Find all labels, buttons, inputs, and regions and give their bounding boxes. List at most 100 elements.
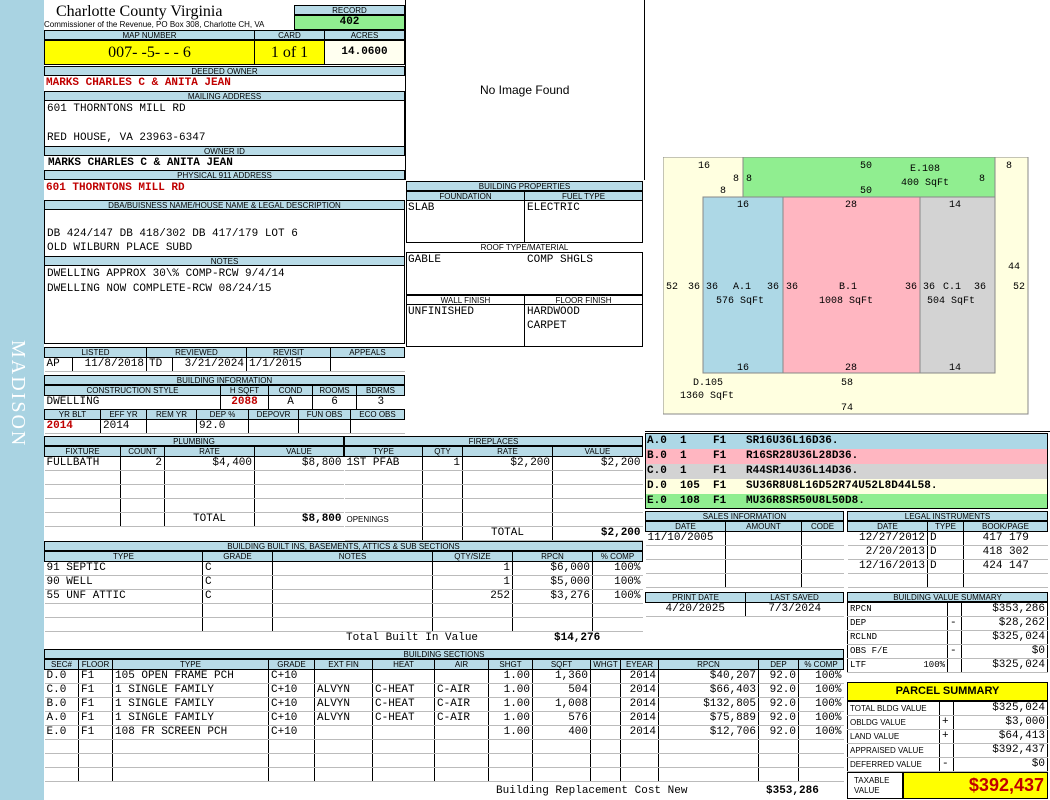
dim: 8 [1006,161,1012,172]
building-value-summary: RPCN $353,286 DEP - $28,262 RCLND $325,024 O… [847,602,1048,673]
mailing-line-2: RED HOUSE, VA 23963-6347 [47,132,206,144]
district-sidebar: MADISON [0,0,44,800]
dim: 36 [974,282,986,293]
table-row: 55 UNF ATTIC C 252 $3,276 100% [44,589,643,604]
dim: 8 [720,186,726,197]
sketch-label-d-area: 1360 SqFt [680,391,734,402]
dates-table: LISTED REVIEWED REVISIT APPEALS AP 11/8/2018… [44,347,405,372]
physical-address-label: PHYSICAL 911 ADDRESS [44,170,405,180]
mailing-line-1: 601 THORNTONS MILL RD [47,103,186,115]
building-properties-label: BUILDING PROPERTIES [406,181,643,191]
sketch-label-a-area: 576 SqFt [716,296,764,307]
legal-description-label: DBA/BUISNESS NAME/HOUSE NAME & LEGAL DES… [44,200,405,210]
sketch-legend: A.0 1 F1 SR16U36L16D36. B.0 1 F1 R16SR28… [645,433,1048,509]
acres-value: 14.0600 [324,40,405,65]
dim: 50 [860,186,872,197]
dim: 36 [767,282,779,293]
table-row: APPRAISED VALUE $392,437 [847,743,1048,758]
dim: 52 [666,282,678,293]
dim: 58 [841,378,853,389]
taxable-value: $392,437 [903,772,1048,799]
built-ins-label: BUILDING BUILT INS, BASEMENTS, ATTICS & … [44,541,643,551]
sketch-label-e-area: 400 SqFt [901,178,949,189]
map-number-label: MAP NUMBER [44,30,255,40]
dim: 36 [923,282,935,293]
dim: 16 [698,161,710,172]
district-label: MADISON [7,340,29,448]
record-number: 402 [294,15,405,30]
card-number: 1 of 1 [254,40,325,65]
built-in-total-label: Total Built In Value [346,632,479,644]
dim: 36 [688,282,700,293]
roof-material-value: COMP SHGLS [527,254,594,266]
notes-line-1: DWELLING APPROX 30\% COMP-RCW 9/4/14 [47,268,285,280]
parcel-summary-title: PARCEL SUMMARY [847,682,1048,701]
parcel-summary: TOTAL BLDG VALUE $325,024 OBLDG VALUE + $3,… [847,701,1048,772]
fuel-type-value: ELECTRIC [527,202,580,214]
floor-finish-value-1: HARDWOOD [527,306,580,318]
roof-type-value: GABLE [408,254,442,266]
sketch-legend-row: E.0 108 F1 MU36R8SR50U8L50D8. [646,494,1047,508]
table-row: OBS F/E - $0 [847,644,1048,659]
dim: 50 [860,161,872,172]
print-date-table: PRINT DATE LAST SAVED 4/20/2025 7/3/2024 [645,592,844,617]
table-row: 91 SEPTIC C 1 $6,000 100% [44,561,643,576]
table-row: B.0 F1 1 SINGLE FAMILY C+10 ALVYN C-HEAT C-AIR… [44,697,844,712]
sketch-label-b-area: 1008 SqFt [819,296,873,307]
table-row: E.0 F1 108 FR SCREEN PCH C+10 1.00 400 2014 $12… [44,725,844,740]
sketch-label-c-name: C.1 [943,282,961,293]
dim: 8 [746,174,752,185]
mailing-address-label: MAILING ADDRESS [44,91,405,101]
dim: 36 [706,282,718,293]
dim: 74 [841,403,853,414]
dim: 44 [1008,262,1020,273]
dim: 28 [845,363,857,374]
county-title: Charlotte County Virginia [56,3,223,20]
table-row: DEFERRED VALUE - $0 [847,757,1048,772]
legal-line-2: OLD WILBURN PLACE SUBD [47,242,193,254]
replacement-cost-label: Building Replacement Cost New [496,785,688,797]
building-info-table: CONSTRUCTION STYLE H SQFT COND ROOMS BDRMS D… [44,385,405,410]
table-row: OBLDG VALUE + $3,000 [847,715,1048,730]
sketch-label-b-name: B.1 [839,282,857,293]
owner-id-label: OWNER ID [44,146,405,156]
building-sections-label: BUILDING SECTIONS [44,649,844,659]
sketch-legend-row: C.0 1 F1 R44SR14U36L14D36. [646,464,1047,479]
built-ins-table: TYPE GRADE NOTES QTY/SIZE RPCN% COMP 91 SEPT… [44,551,643,632]
notes-line-2: DWELLING NOW COMPLETE-RCW 08/24/15 [47,283,272,295]
table-row: LAND VALUE + $64,413 [847,729,1048,744]
table-row: TOTAL BLDG VALUE $325,024 [847,701,1048,716]
building-years-table: YR BLT EFF YR REM YR DEP % DEPOVR FUN OBS ECO … [44,409,405,434]
plumbing-table: FIXTURE COUNT RATE VALUE FULLBATH 2 $4,400 $8,… [44,446,344,527]
floor-finish-value-2: CARPET [527,320,567,332]
legal-line-1: DB 424/147 DB 418/302 DB 417/179 LOT 6 [47,228,298,240]
table-row: A.0 F1 1 SINGLE FAMILY C+10 ALVYN C-HEAT C-AIR… [44,711,844,726]
foundation-value: SLAB [408,202,435,214]
sketch-label-e-name: E.108 [910,164,940,175]
table-row: LTF 100% $325,024 [847,658,1048,673]
wall-finish-value: UNFINISHED [408,306,475,318]
sketch-legend-row: D.0 105 F1 SU36R8U8L16D52R74U52L8D44L58. [646,479,1047,494]
fireplaces-label: FIREPLACES [344,436,643,446]
sketch-legend-row: A.0 1 F1 SR16U36L16D36. [646,434,1047,449]
card-label: CARD [254,30,325,40]
dim: 16 [737,200,749,211]
record-label: RECORD [294,5,405,15]
sketch-legend-row: B.0 1 F1 R16SR28U36L28D36. [646,449,1047,464]
dim: 16 [737,363,749,374]
office-address: Commissioner of the Revenue, PO Box 308,… [44,20,265,29]
legal-instruments-table: DATE TYPE BOOK/PAGE 12/27/2012 D 417 179 2/2… [847,521,1048,588]
dim: 52 [1013,282,1025,293]
building-info-label: BUILDING INFORMATION [44,375,405,385]
fireplaces-table: TYPE QTY RATE VALUE 1ST PFAB 1 $2,200 $2,200 O… [344,446,643,541]
table-row: DEP - $28,262 [847,616,1048,631]
deeded-owner-label: DEEDED OWNER [44,66,405,76]
table-row: 1ST PFAB 1 $2,200 $2,200 [344,456,643,471]
built-in-total: $14,276 [554,632,601,644]
no-image-text: No Image Found [480,83,570,97]
table-row: C.0 F1 1 SINGLE FAMILY C+10 ALVYN C-HEAT C-AIR… [44,683,844,698]
notes-label: NOTES [44,256,405,266]
table-row: D.0 F1 105 OPEN FRAME PCH C+10 1.00 1,360 2014… [44,669,844,684]
dim: 8 [733,174,739,185]
sketch-label-d-name: D.105 [693,378,723,389]
